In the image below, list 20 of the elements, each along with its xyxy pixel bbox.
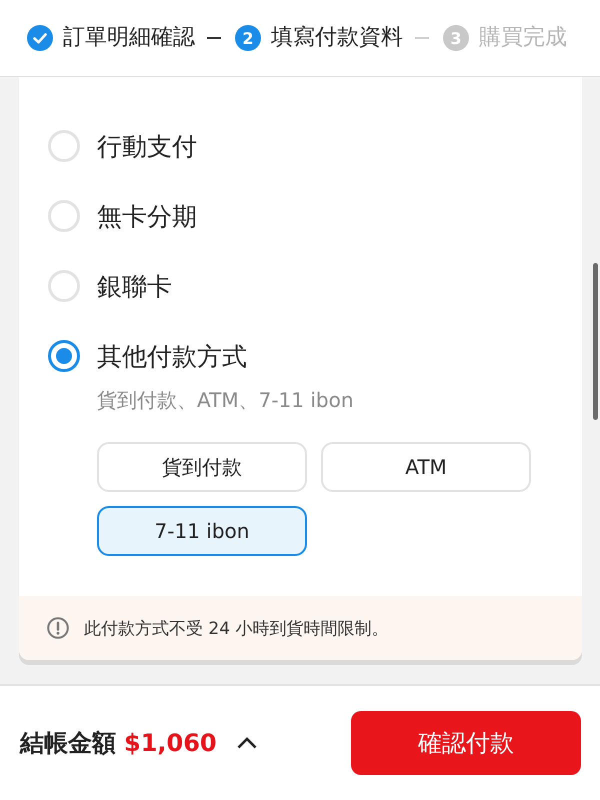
payment-option[interactable]: 其他付款方式 — [48, 340, 582, 372]
step-label: 填寫付款資料 — [271, 24, 403, 52]
payment-option[interactable]: 銀聯卡 — [48, 270, 582, 302]
sub-option-button[interactable]: 7-11 ibon — [97, 506, 307, 556]
option-description: 貨到付款、ATM、7-11 ibon — [97, 388, 355, 412]
exclamation-circle-icon — [47, 617, 69, 639]
step-number: 2 — [235, 25, 261, 51]
radio-button[interactable] — [48, 340, 80, 372]
total-amount: $1,060 — [124, 729, 217, 757]
payment-option[interactable]: 行動支付 — [48, 130, 582, 162]
step-label: 購買完成 — [479, 24, 567, 52]
sub-option-button[interactable]: 貨到付款 — [97, 442, 307, 492]
caret-up-icon[interactable] — [236, 737, 257, 749]
notice-text: 此付款方式不受 24 小時到貨時間限制。 — [84, 618, 388, 640]
scrollbar-thumb[interactable] — [593, 263, 598, 420]
total-label: 結帳金額 — [20, 728, 116, 759]
step-label: 訂單明細確認 — [63, 24, 195, 52]
payment-option[interactable]: 無卡分期 — [48, 200, 582, 232]
sub-option-button[interactable]: ATM — [321, 442, 531, 492]
confirm-button[interactable]: 確認付款 — [351, 711, 581, 775]
